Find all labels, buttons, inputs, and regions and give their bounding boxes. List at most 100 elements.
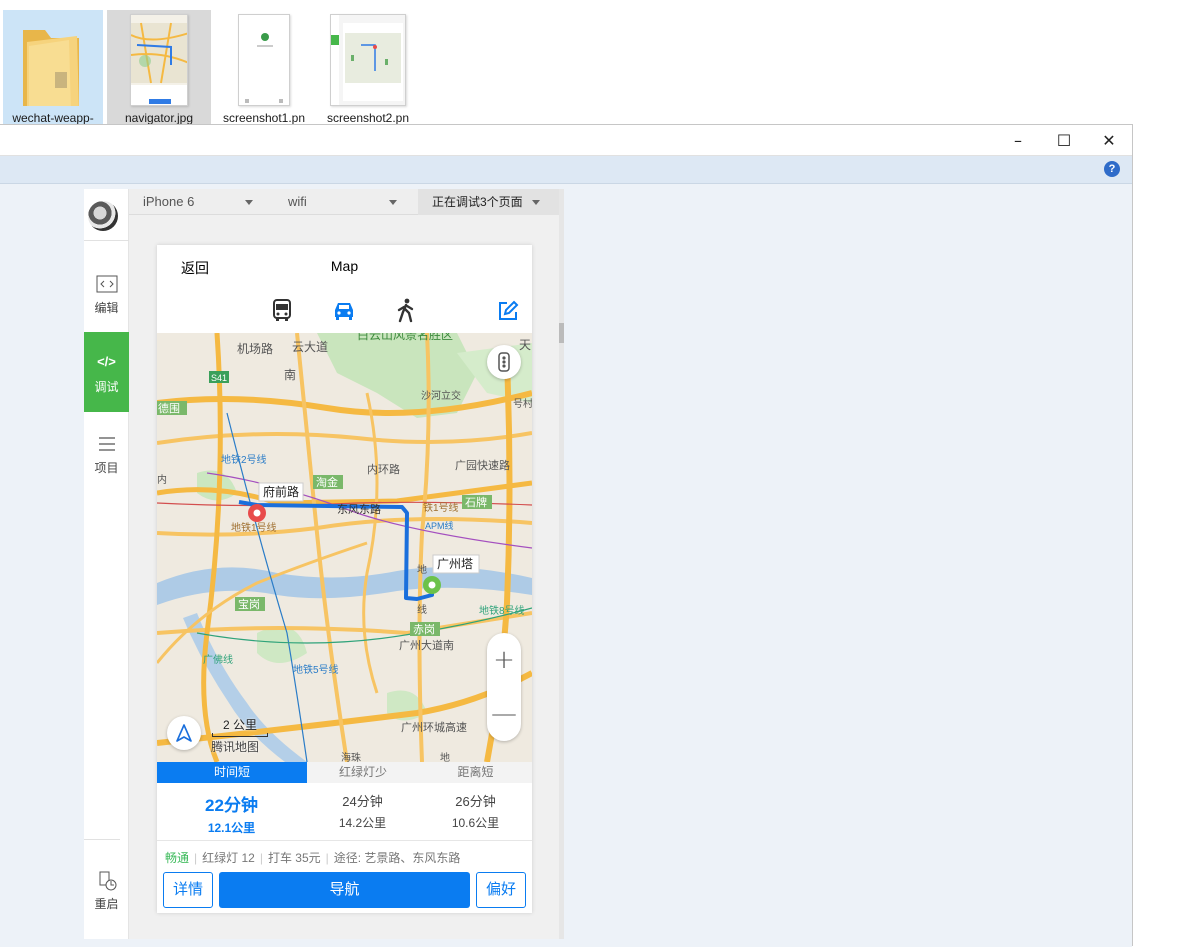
travel-mode-bar bbox=[157, 289, 532, 333]
simulator-scrollbar[interactable] bbox=[559, 189, 564, 939]
map-label: 沙河立交 bbox=[421, 389, 461, 402]
device-toolbar: iPhone 6 wifi 正在调试3个页面 bbox=[129, 189, 560, 215]
route-options: 22分钟 12.1公里 24分钟 14.2公里 26分钟 10.6公里 bbox=[157, 783, 532, 841]
code-file-icon bbox=[96, 275, 118, 293]
code-icon: </> bbox=[97, 354, 116, 369]
route-distance: 10.6公里 bbox=[451, 816, 500, 830]
map-label: 地铁5号线 bbox=[293, 663, 339, 676]
bus-icon[interactable] bbox=[269, 297, 295, 323]
traffic-lights-count: 红绿灯 12 bbox=[202, 851, 255, 865]
avatar[interactable] bbox=[88, 201, 118, 231]
route-option[interactable]: 22分钟 12.1公里 bbox=[169, 783, 294, 841]
sidebar-item-debug[interactable]: </> 调试 bbox=[84, 332, 129, 412]
navigate-button[interactable]: 导航 bbox=[219, 872, 470, 908]
traffic-status: 畅通 bbox=[165, 851, 190, 865]
map-scale: 2 公里 bbox=[212, 716, 268, 737]
device-select[interactable]: iPhone 6 bbox=[129, 189, 265, 215]
sidebar-item-label: 重启 bbox=[94, 897, 119, 911]
map-label: 德围 bbox=[158, 401, 180, 415]
sidebar-item-edit[interactable]: 编辑 bbox=[84, 253, 129, 333]
debug-pages-select[interactable]: 正在调试3个页面 bbox=[418, 189, 560, 215]
file-name: screenshot1.pn bbox=[222, 111, 306, 125]
map-label: 地铁1号线 bbox=[231, 521, 277, 534]
zoom-control: + — bbox=[487, 633, 521, 741]
divider bbox=[84, 839, 120, 840]
route-map[interactable]: 白云山风景名胜区 机场路 云大道 南 S41 德围 沙河立交 天 号村 广园快速… bbox=[157, 333, 532, 762]
walk-icon[interactable] bbox=[393, 297, 419, 323]
desktop-file-screenshot2[interactable]: screenshot2.pn bbox=[318, 10, 418, 126]
preferences-button[interactable]: 偏好 bbox=[476, 872, 526, 908]
map-label: 内 bbox=[157, 473, 167, 486]
nav-bar: 返回 Map bbox=[157, 245, 532, 289]
navigation-arrow-icon bbox=[176, 724, 192, 742]
title-bar: – ☐ ✕ bbox=[0, 125, 1132, 156]
tab-fewer-lights[interactable]: 红绿灯少 bbox=[307, 762, 419, 783]
page-title: Map bbox=[330, 258, 359, 274]
route-option[interactable]: 26分钟 10.6公里 bbox=[413, 783, 532, 841]
map-label: 地铁8号线 bbox=[479, 604, 525, 617]
route-distance: 12.1公里 bbox=[207, 821, 256, 835]
sidebar-item-restart[interactable]: 重启 bbox=[84, 849, 129, 929]
route-time: 26分钟 bbox=[455, 794, 496, 809]
detail-button[interactable]: 详情 bbox=[163, 872, 213, 908]
maximize-button[interactable]: ☐ bbox=[1041, 125, 1087, 155]
folder-icon bbox=[23, 30, 79, 106]
map-label: 白云山风景名胜区 bbox=[357, 333, 453, 342]
map-label: 广州大道南 bbox=[399, 638, 454, 652]
map-brand: 腾讯地图 bbox=[211, 740, 260, 754]
image-file-icon bbox=[130, 14, 188, 106]
traffic-light-button[interactable] bbox=[487, 345, 521, 379]
map-label: 铁1号线 bbox=[423, 501, 459, 514]
chevron-down-icon bbox=[245, 200, 253, 205]
network-select[interactable]: wifi bbox=[274, 189, 414, 215]
help-icon[interactable]: ? bbox=[1104, 161, 1120, 177]
sidebar-item-label: 调试 bbox=[94, 380, 119, 394]
debug-pages-value: 正在调试3个页面 bbox=[432, 195, 523, 209]
desktop-file-navigator[interactable]: navigator.jpg bbox=[107, 10, 211, 126]
map-label: 石牌 bbox=[465, 495, 487, 509]
map-label: 地 bbox=[417, 563, 427, 576]
sidebar-item-project[interactable]: 项目 bbox=[84, 413, 129, 493]
edit-icon[interactable] bbox=[497, 300, 519, 322]
map-label: 天 bbox=[519, 338, 531, 352]
minimize-button[interactable]: – bbox=[995, 125, 1041, 155]
start-label: 府前路 bbox=[263, 484, 299, 499]
end-label: 广州塔 bbox=[437, 557, 473, 571]
map-label: 地 bbox=[440, 751, 450, 762]
desktop-file-screenshot1[interactable]: screenshot1.pn bbox=[214, 10, 314, 126]
zoom-in-button[interactable]: + bbox=[487, 633, 521, 687]
restart-icon bbox=[96, 871, 118, 891]
sidebar-item-label: 项目 bbox=[94, 461, 119, 475]
car-icon[interactable] bbox=[331, 297, 357, 323]
map-label: 广佛线 bbox=[203, 653, 233, 666]
zoom-out-button[interactable]: — bbox=[487, 687, 521, 741]
network-select-value: wifi bbox=[288, 194, 307, 209]
map-label: 地铁2号线 bbox=[221, 453, 267, 466]
map-scale-label: 2 公里 bbox=[222, 718, 257, 732]
map-label: 广州环城高速 bbox=[401, 720, 467, 734]
sidebar: 编辑 </> 调试 项目 重启 bbox=[84, 189, 129, 939]
toolbar: ? bbox=[0, 156, 1132, 184]
taxi-fare: 打车 35元 bbox=[267, 851, 321, 865]
tab-shortest-time[interactable]: 时间短 bbox=[157, 762, 307, 783]
chevron-down-icon bbox=[532, 200, 540, 205]
map-label: 南 bbox=[284, 367, 296, 382]
highway-shield: S41 bbox=[211, 373, 227, 383]
image-file-icon bbox=[238, 14, 290, 106]
map-label: 东风东路 bbox=[337, 503, 381, 516]
map-label: 内环路 bbox=[367, 462, 400, 476]
locate-button[interactable] bbox=[167, 716, 201, 750]
route-tabs: 时间短 红绿灯少 距离短 bbox=[157, 762, 532, 783]
route-option[interactable]: 24分钟 14.2公里 bbox=[300, 783, 425, 841]
file-name: wechat-weapp- bbox=[12, 111, 94, 125]
route-via: 途径: 艺景路、东风东路 bbox=[333, 851, 461, 865]
desktop: wechat-weapp- navigator.jpg screenshot1.… bbox=[0, 0, 1184, 947]
close-button[interactable]: ✕ bbox=[1086, 125, 1132, 155]
map-label: 广园快速路 bbox=[455, 459, 510, 472]
desktop-file-folder[interactable]: wechat-weapp- bbox=[3, 10, 103, 126]
route-summary: 畅通 | 红绿灯 12 | 打车 35元 | 途径: 艺景路、东风东路 bbox=[165, 851, 461, 865]
tab-shortest-distance[interactable]: 距离短 bbox=[419, 762, 532, 783]
map-label: 线 bbox=[417, 603, 427, 616]
image-file-icon bbox=[330, 14, 406, 106]
traffic-light-icon bbox=[498, 352, 510, 372]
